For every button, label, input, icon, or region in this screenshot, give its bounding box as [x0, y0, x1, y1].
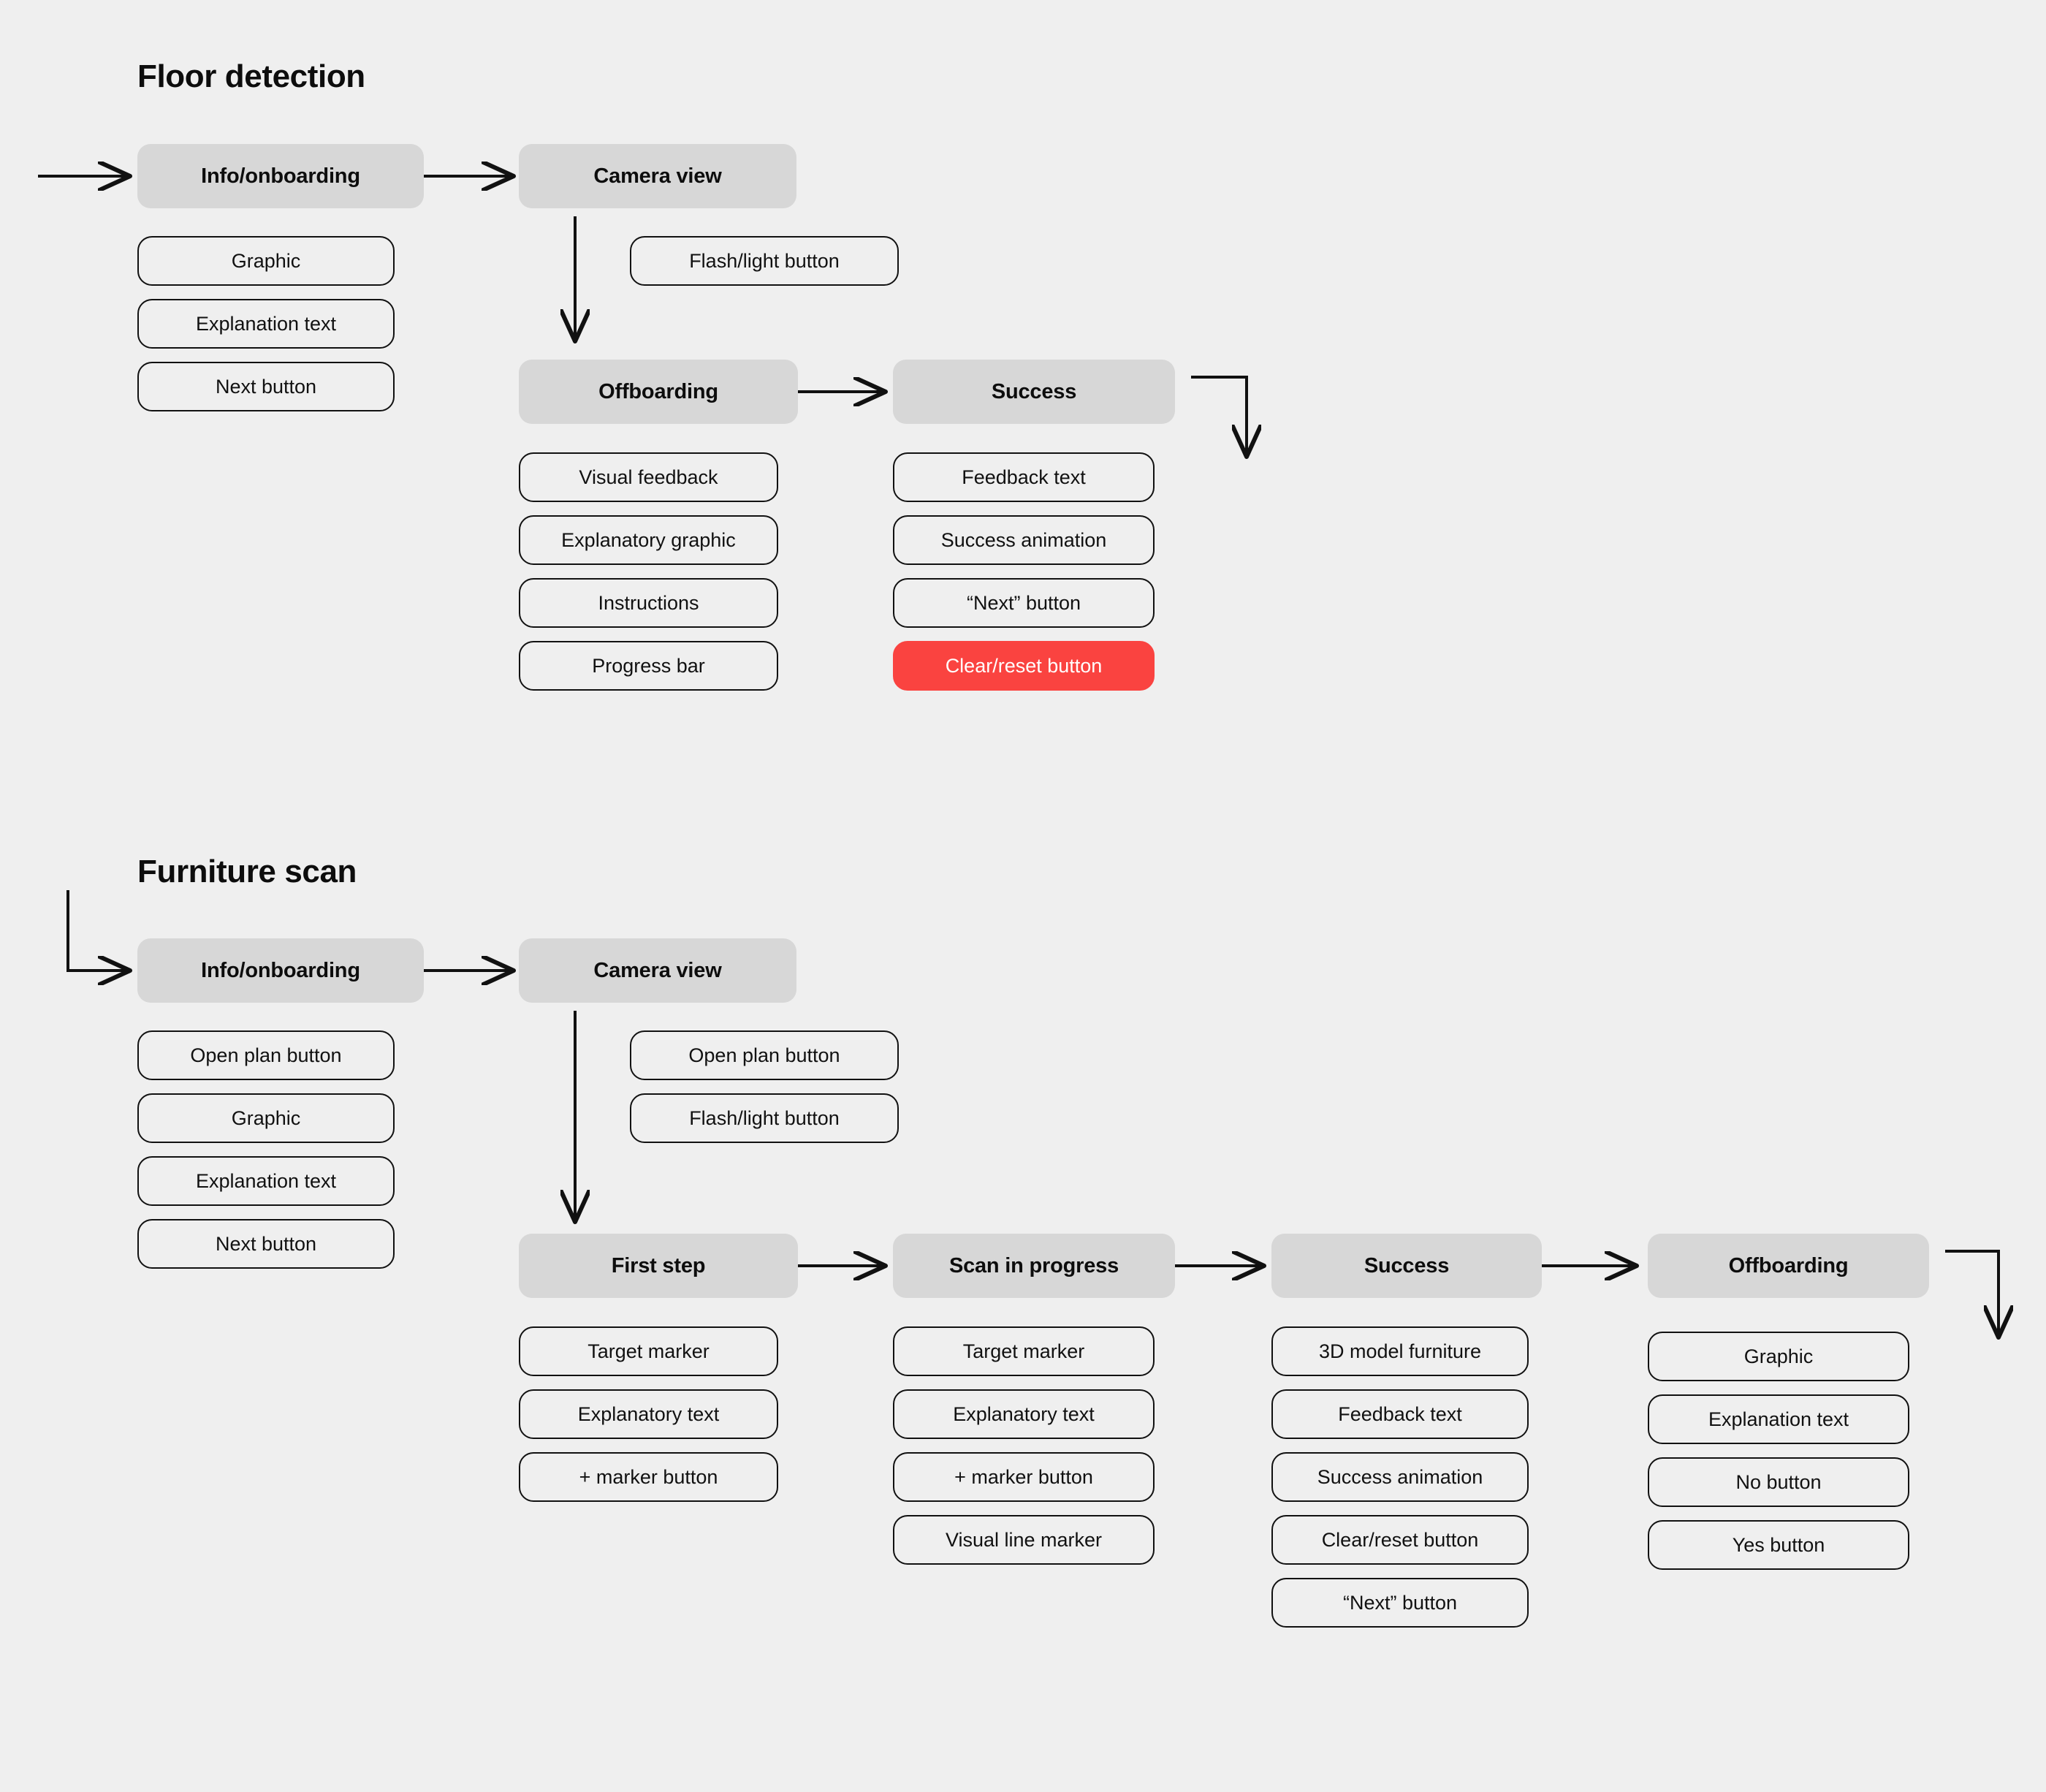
screen-box-scan-in-progress[interactable]: Scan in progress	[893, 1234, 1175, 1298]
section-title-furniture-scan: Furniture scan	[137, 854, 357, 889]
pill-next-button[interactable]: “Next” button	[893, 578, 1155, 628]
arrow-offboarding-exit-furniture	[1945, 1250, 1999, 1337]
pill-target-marker[interactable]: Target marker	[893, 1326, 1155, 1376]
pill-explanation-text[interactable]: Explanation text	[137, 1156, 395, 1206]
pill-stack-floor-info-onboarding: Graphic Explanation text Next button	[137, 236, 395, 411]
screen-box-success-furniture[interactable]: Success	[1271, 1234, 1542, 1298]
column-furniture-info-onboarding: Info/onboarding	[137, 938, 424, 1003]
pill-open-plan-button[interactable]: Open plan button	[137, 1030, 395, 1080]
pill-graphic[interactable]: Graphic	[137, 236, 395, 286]
section-title-floor-detection: Floor detection	[137, 58, 365, 94]
column-floor-offboarding: Offboarding	[519, 360, 798, 424]
pill-explanatory-text[interactable]: Explanatory text	[893, 1389, 1155, 1439]
pill-open-plan-button[interactable]: Open plan button	[630, 1030, 899, 1080]
pill-yes-button[interactable]: Yes button	[1648, 1520, 1909, 1570]
pill-explanatory-graphic[interactable]: Explanatory graphic	[519, 515, 778, 565]
arrow-success-exit-floor	[1191, 376, 1247, 457]
screen-box-camera-view-floor[interactable]: Camera view	[519, 144, 796, 208]
screen-box-offboarding-furniture[interactable]: Offboarding	[1648, 1234, 1929, 1298]
pill-next-button[interactable]: Next button	[137, 1219, 395, 1269]
pill-flash-light-button[interactable]: Flash/light button	[630, 236, 899, 286]
pill-clear-reset-button[interactable]: Clear/reset button	[893, 641, 1155, 691]
arrow-entry-furniture	[66, 890, 130, 971]
pill-add-marker-button[interactable]: + marker button	[893, 1452, 1155, 1502]
pill-success-animation[interactable]: Success animation	[1271, 1452, 1529, 1502]
pill-stack-furniture-scan-in-progress: Target marker Explanatory text + marker …	[893, 1326, 1155, 1565]
pill-stack-floor-camera-view: Flash/light button	[630, 236, 899, 286]
column-furniture-success: Success	[1271, 1234, 1542, 1298]
pill-graphic[interactable]: Graphic	[1648, 1332, 1909, 1381]
screen-box-success-floor[interactable]: Success	[893, 360, 1175, 424]
pill-3d-model-furniture[interactable]: 3D model furniture	[1271, 1326, 1529, 1376]
pill-instructions[interactable]: Instructions	[519, 578, 778, 628]
pill-success-animation[interactable]: Success animation	[893, 515, 1155, 565]
pill-visual-feedback[interactable]: Visual feedback	[519, 452, 778, 502]
pill-stack-furniture-info-onboarding: Open plan button Graphic Explanation tex…	[137, 1030, 395, 1269]
pill-visual-line-marker[interactable]: Visual line marker	[893, 1515, 1155, 1565]
screen-box-camera-view-furniture[interactable]: Camera view	[519, 938, 796, 1003]
pill-graphic[interactable]: Graphic	[137, 1093, 395, 1143]
pill-explanation-text[interactable]: Explanation text	[137, 299, 395, 349]
screen-box-offboarding-floor[interactable]: Offboarding	[519, 360, 798, 424]
column-floor-info-onboarding: Info/onboarding	[137, 144, 424, 208]
pill-explanatory-text[interactable]: Explanatory text	[519, 1389, 778, 1439]
column-furniture-scan-in-progress: Scan in progress	[893, 1234, 1175, 1298]
pill-clear-reset-button[interactable]: Clear/reset button	[1271, 1515, 1529, 1565]
column-floor-camera-view: Camera view	[519, 144, 796, 208]
pill-explanation-text[interactable]: Explanation text	[1648, 1394, 1909, 1444]
pill-no-button[interactable]: No button	[1648, 1457, 1909, 1507]
column-furniture-offboarding: Offboarding	[1648, 1234, 1929, 1298]
pill-stack-furniture-first-step: Target marker Explanatory text + marker …	[519, 1326, 778, 1502]
screen-box-info-onboarding-furniture[interactable]: Info/onboarding	[137, 938, 424, 1003]
screen-box-first-step[interactable]: First step	[519, 1234, 798, 1298]
pill-feedback-text[interactable]: Feedback text	[893, 452, 1155, 502]
flow-diagram-canvas: Floor detection Info/onboarding Graphic …	[0, 0, 2046, 1792]
column-floor-success: Success	[893, 360, 1175, 424]
pill-add-marker-button[interactable]: + marker button	[519, 1452, 778, 1502]
pill-stack-furniture-offboarding: Graphic Explanation text No button Yes b…	[1648, 1332, 1909, 1570]
column-furniture-first-step: First step	[519, 1234, 798, 1298]
pill-stack-floor-success: Feedback text Success animation “Next” b…	[893, 452, 1155, 691]
pill-target-marker[interactable]: Target marker	[519, 1326, 778, 1376]
pill-flash-light-button[interactable]: Flash/light button	[630, 1093, 899, 1143]
pill-next-button[interactable]: Next button	[137, 362, 395, 411]
pill-stack-furniture-success: 3D model furniture Feedback text Success…	[1271, 1326, 1529, 1628]
pill-next-button[interactable]: “Next” button	[1271, 1578, 1529, 1628]
column-furniture-camera-view: Camera view	[519, 938, 796, 1003]
screen-box-info-onboarding-floor[interactable]: Info/onboarding	[137, 144, 424, 208]
pill-stack-furniture-camera-view: Open plan button Flash/light button	[630, 1030, 899, 1143]
pill-feedback-text[interactable]: Feedback text	[1271, 1389, 1529, 1439]
pill-stack-floor-offboarding: Visual feedback Explanatory graphic Inst…	[519, 452, 778, 691]
pill-progress-bar[interactable]: Progress bar	[519, 641, 778, 691]
